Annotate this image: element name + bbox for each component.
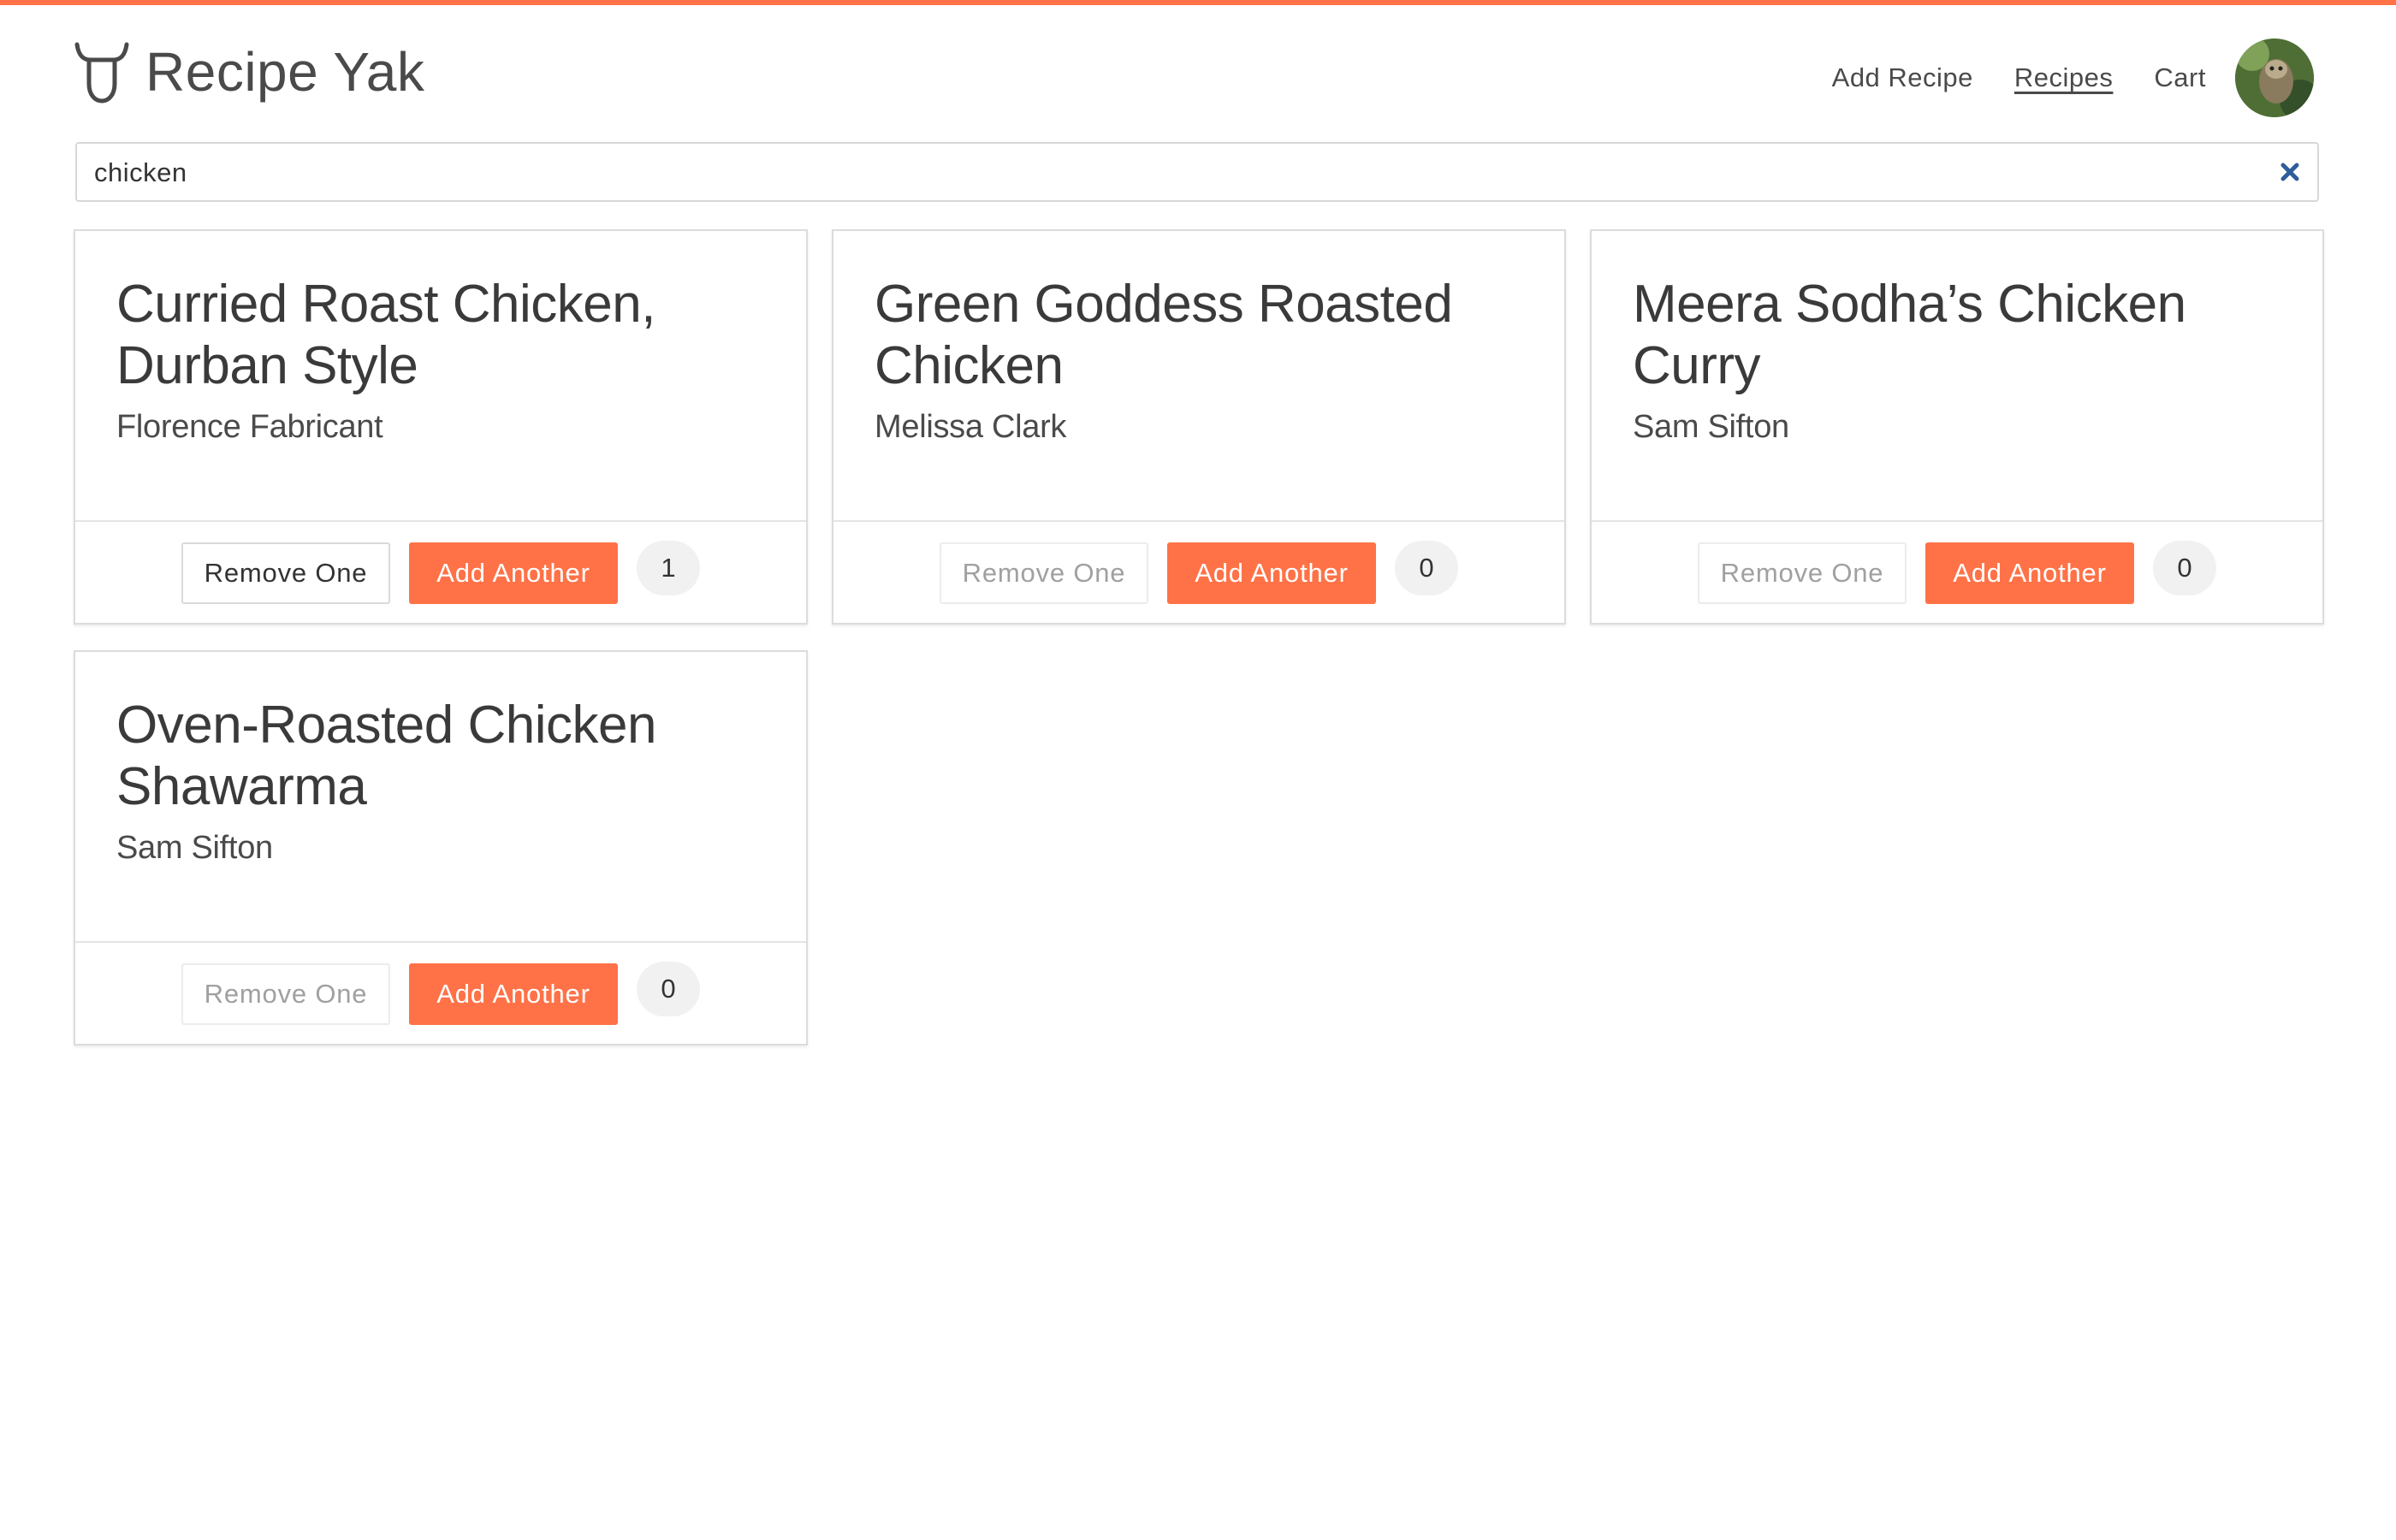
recipe-author: Florence Fabricant: [116, 409, 383, 445]
search-bar: [75, 142, 2319, 202]
recipe-title[interactable]: Meera Sodha’s Chicken Curry: [1633, 274, 2283, 397]
nav-recipes[interactable]: Recipes: [2014, 62, 2114, 93]
cart-count-badge: 0: [1395, 541, 1458, 595]
nav-cart[interactable]: Cart: [2154, 62, 2206, 93]
recipe-card-body: Curried Roast Chicken, Durban Style Flor…: [75, 231, 806, 520]
recipe-card: Meera Sodha’s Chicken Curry Sam Sifton R…: [1590, 229, 2324, 625]
cart-count-badge: 0: [2153, 541, 2216, 595]
close-icon[interactable]: [2276, 158, 2304, 186]
remove-one-button[interactable]: Remove One: [181, 963, 390, 1025]
accent-top-bar: [0, 0, 2396, 5]
recipe-title[interactable]: Curried Roast Chicken, Durban Style: [116, 274, 767, 397]
recipe-card-body: Meera Sodha’s Chicken Curry Sam Sifton: [1592, 231, 2322, 520]
recipe-author: Sam Sifton: [1633, 409, 1789, 445]
recipe-card-footer: Remove One Add Another 0: [833, 520, 1564, 623]
recipe-author: Melissa Clark: [875, 409, 1067, 445]
cart-count-badge: 1: [637, 541, 700, 595]
recipe-card: Curried Roast Chicken, Durban Style Flor…: [74, 229, 808, 625]
yak-logo-icon: [74, 42, 129, 104]
remove-one-button[interactable]: Remove One: [940, 542, 1148, 604]
recipe-card-body: Oven-Roasted Chicken Shawarma Sam Sifton: [75, 652, 806, 941]
recipe-author: Sam Sifton: [116, 830, 273, 866]
remove-one-button[interactable]: Remove One: [181, 542, 390, 604]
add-another-button[interactable]: Add Another: [1925, 542, 2134, 604]
nav-add-recipe[interactable]: Add Recipe: [1832, 62, 1973, 93]
add-another-button[interactable]: Add Another: [409, 963, 618, 1025]
recipe-card: Green Goddess Roasted Chicken Melissa Cl…: [832, 229, 1566, 625]
recipe-card-footer: Remove One Add Another 0: [1592, 520, 2322, 623]
remove-one-button[interactable]: Remove One: [1698, 542, 1907, 604]
recipe-title[interactable]: Oven-Roasted Chicken Shawarma: [116, 695, 767, 818]
recipe-card-footer: Remove One Add Another 0: [75, 941, 806, 1044]
cart-count-badge: 0: [637, 962, 700, 1016]
recipe-card-footer: Remove One Add Another 1: [75, 520, 806, 623]
recipe-card-body: Green Goddess Roasted Chicken Melissa Cl…: [833, 231, 1564, 520]
app-name: Recipe Yak: [145, 41, 425, 103]
user-avatar-icon[interactable]: [2235, 38, 2314, 117]
recipe-title[interactable]: Green Goddess Roasted Chicken: [875, 274, 1525, 397]
brand-logo[interactable]: Recipe Yak: [74, 38, 424, 106]
add-another-button[interactable]: Add Another: [409, 542, 618, 604]
add-another-button[interactable]: Add Another: [1167, 542, 1376, 604]
recipe-card: Oven-Roasted Chicken Shawarma Sam Sifton…: [74, 650, 808, 1045]
top-nav: Add Recipe Recipes Cart: [1791, 31, 2314, 125]
search-input[interactable]: [92, 151, 2252, 195]
